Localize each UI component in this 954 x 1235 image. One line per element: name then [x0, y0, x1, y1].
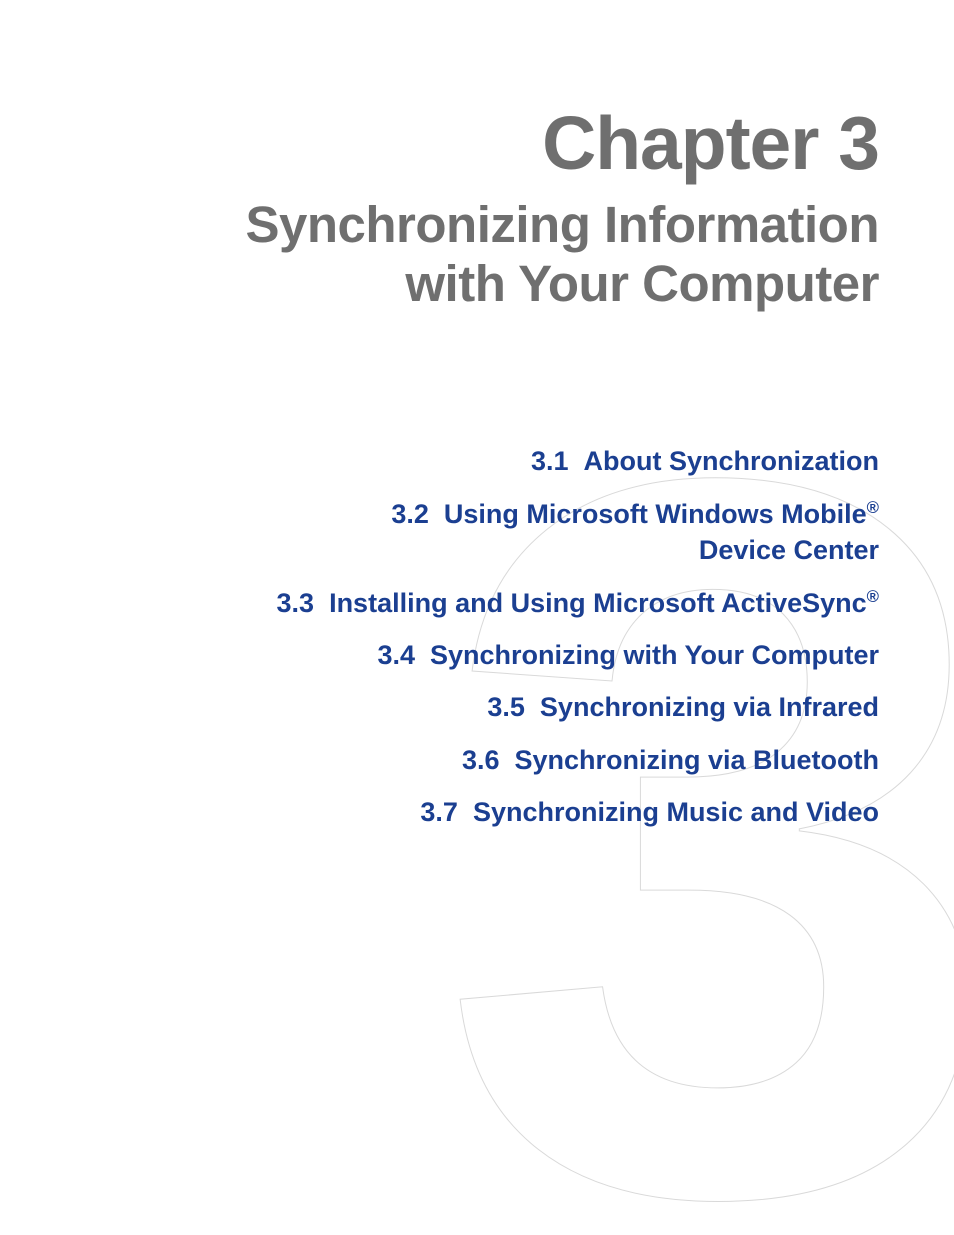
toc-item-3-4[interactable]: 3.4 Synchronizing with Your Computer — [377, 637, 879, 673]
content-block: Chapter 3 Synchronizing Information with… — [75, 100, 879, 831]
chapter-title: Synchronizing Information with Your Comp… — [75, 196, 879, 313]
toc-item-3-1[interactable]: 3.1 About Synchronization — [531, 443, 879, 479]
toc-item-3-6[interactable]: 3.6 Synchronizing via Bluetooth — [462, 742, 879, 778]
chapter-label: Chapter 3 — [75, 100, 879, 186]
toc-item-3-7[interactable]: 3.7 Synchronizing Music and Video — [420, 794, 879, 830]
toc-item-3-3[interactable]: 3.3 Installing and Using Microsoft Activ… — [277, 585, 879, 621]
toc-item-3-5[interactable]: 3.5 Synchronizing via Infrared — [487, 689, 879, 725]
chapter-title-line2: with Your Computer — [405, 255, 879, 312]
page-container: 3 Chapter 3 Synchronizing Information wi… — [0, 0, 954, 1235]
table-of-contents: 3.1 About Synchronization 3.2 Using Micr… — [75, 443, 879, 831]
chapter-title-line1: Synchronizing Information — [246, 196, 880, 253]
toc-item-3-2[interactable]: 3.2 Using Microsoft Windows Mobile®Devic… — [391, 496, 879, 569]
